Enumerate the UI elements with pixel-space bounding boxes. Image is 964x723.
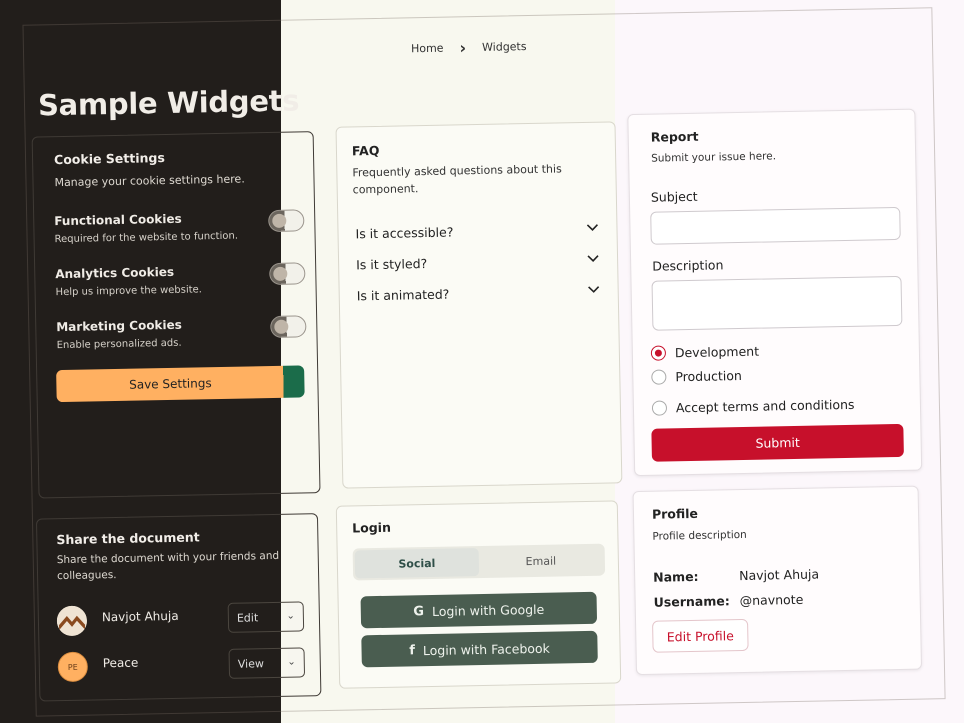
chevron-down-icon: [588, 286, 600, 293]
subject-label: Subject: [650, 188, 698, 205]
faq-title: FAQ: [351, 142, 380, 159]
cookie-settings-card: Cookie Settings Manage your cookie setti…: [31, 131, 321, 499]
tab-email[interactable]: Email: [479, 546, 604, 576]
name-value: Navjot Ahuja: [739, 566, 820, 584]
cookie-row-marketing: Marketing Cookies Enable personalized ad…: [56, 315, 307, 351]
username-label: Username:: [653, 593, 730, 610]
tab-social[interactable]: Social: [354, 548, 480, 579]
avatar: PE: [57, 651, 89, 683]
login-card: Login Social Email G Login with Google f…: [335, 500, 622, 689]
radio-dot: [650, 345, 667, 361]
radio-label: Development: [674, 343, 760, 361]
cookie-desc: Enable personalized ads.: [56, 337, 182, 352]
login-tabs: Social Email: [352, 543, 606, 581]
page-title: Sample Widgets: [37, 83, 300, 123]
share-title: Share the document: [56, 529, 200, 548]
permission-select[interactable]: View ⌄: [228, 647, 306, 679]
analytics-cookies-toggle[interactable]: [269, 262, 306, 286]
chevron-right-icon: ›: [459, 38, 467, 58]
breadcrumb-current: Widgets: [481, 40, 527, 54]
person-name: Peace: [102, 655, 139, 671]
permission-value: View: [237, 656, 265, 671]
report-subtitle: Submit your issue here.: [651, 150, 777, 165]
username-value: @navnote: [739, 591, 804, 609]
profile-name-row: Name: Navjot Ahuja: [653, 567, 819, 585]
chevron-down-icon: [586, 224, 599, 231]
cookie-title: Cookie Settings: [53, 150, 165, 168]
profile-title: Profile: [651, 505, 699, 522]
marketing-cookies-toggle[interactable]: [270, 315, 307, 339]
cookie-label: Functional Cookies: [54, 211, 182, 229]
profile-subtitle: Profile description: [652, 528, 747, 543]
faq-card: FAQ Frequently asked questions about thi…: [335, 121, 623, 489]
cookie-row-analytics: Analytics Cookies Help us improve the we…: [55, 262, 306, 298]
checkbox-circle: [651, 400, 668, 416]
cookie-desc: Required for the website to function.: [54, 230, 239, 246]
radio-production[interactable]: Production: [651, 368, 742, 385]
description-textarea[interactable]: [651, 275, 903, 331]
cookie-label: Analytics Cookies: [55, 264, 175, 282]
login-google-button[interactable]: G Login with Google: [360, 591, 598, 629]
login-google-label: Login with Google: [431, 601, 545, 619]
login-title: Login: [352, 519, 392, 536]
radio-dot: [651, 369, 667, 385]
chevron-down-icon: ⌄: [287, 656, 296, 668]
share-person-row: PE Peace View ⌄: [57, 647, 309, 684]
save-settings-button[interactable]: Save Settings: [56, 365, 305, 403]
profile-username-row: Username: @navnote: [654, 592, 804, 610]
breadcrumb-home[interactable]: Home: [411, 42, 444, 56]
chevron-down-icon: ⌄: [286, 610, 295, 622]
cookie-label: Marketing Cookies: [56, 317, 182, 335]
faq-question: Is it animated?: [356, 286, 450, 304]
edit-profile-button[interactable]: Edit Profile: [652, 618, 749, 653]
report-title: Report: [650, 128, 699, 145]
person-name: Navjot Ahuja: [101, 608, 179, 625]
avatar: [56, 605, 88, 637]
google-icon: G: [413, 603, 425, 619]
name-label: Name:: [653, 568, 699, 585]
permission-select[interactable]: Edit ⌄: [227, 601, 305, 633]
toggle-knob: [274, 319, 289, 334]
widgets-stage: Home › Widgets Sample Widgets Cookie Set…: [0, 0, 964, 723]
login-facebook-label: Login with Facebook: [422, 640, 550, 658]
navjot-avatar-icon: [56, 605, 88, 637]
faq-item[interactable]: Is it animated?: [356, 284, 601, 304]
share-subtitle: Share the document with your friends and…: [56, 549, 280, 583]
faq-question: Is it accessible?: [355, 224, 454, 242]
profile-card: Profile Profile description Name: Navjot …: [632, 485, 923, 676]
toggle-knob: [273, 266, 288, 281]
cookie-desc: Help us improve the website.: [55, 284, 203, 299]
faq-question: Is it styled?: [356, 255, 428, 273]
subject-input[interactable]: [650, 206, 901, 245]
faq-item[interactable]: Is it accessible?: [355, 222, 599, 242]
radio-development[interactable]: Development: [650, 343, 760, 361]
faq-item[interactable]: Is it styled?: [356, 253, 600, 273]
share-person-row: Navjot Ahuja Edit ⌄: [56, 601, 308, 638]
submit-button[interactable]: Submit: [651, 423, 904, 462]
description-label: Description: [652, 257, 724, 274]
breadcrumb: Home › Widgets: [411, 37, 527, 58]
faq-subtitle: Frequently asked questions about this co…: [352, 162, 562, 197]
radio-label: Production: [675, 367, 743, 385]
cookie-row-functional: Functional Cookies Required for the webs…: [54, 209, 305, 245]
cookie-subtitle: Manage your cookie settings here.: [54, 172, 245, 190]
functional-cookies-toggle[interactable]: [268, 209, 305, 233]
facebook-icon: f: [409, 642, 416, 658]
share-document-card: Share the document Share the document wi…: [35, 513, 322, 702]
terms-checkbox[interactable]: Accept terms and conditions: [651, 396, 855, 416]
terms-label: Accept terms and conditions: [675, 396, 855, 416]
chevron-down-icon: [587, 255, 599, 262]
toggle-knob: [272, 213, 287, 228]
report-card: Report Submit your issue here. Subject D…: [627, 108, 923, 477]
login-facebook-button[interactable]: f Login with Facebook: [361, 630, 598, 668]
permission-value: Edit: [236, 610, 259, 625]
